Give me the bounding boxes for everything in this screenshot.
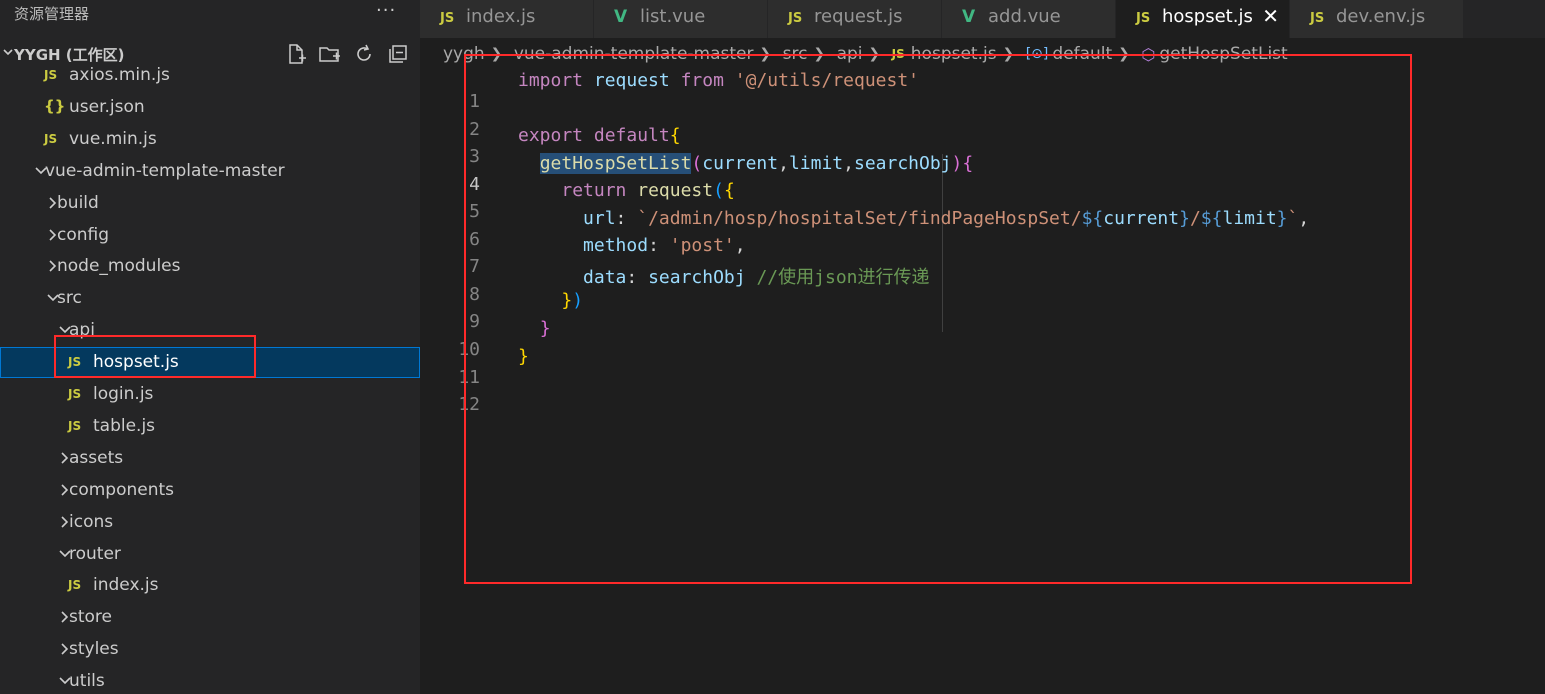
tree-item-label: vue.min.js bbox=[69, 128, 157, 149]
tree-folder[interactable]: node_modules bbox=[0, 251, 420, 282]
vue-file-icon: V bbox=[614, 7, 628, 27]
tree-item-label: index.js bbox=[93, 575, 159, 596]
tab-label: hospset.js bbox=[1162, 6, 1253, 27]
tree-item-label: src bbox=[57, 288, 82, 309]
tree-folder[interactable]: utils bbox=[0, 666, 420, 694]
js-file-icon: JS bbox=[1310, 11, 1325, 26]
editor-tab[interactable]: JS hospset.js ✕ bbox=[1116, 0, 1290, 38]
tree-item-label: vue-admin-template-master bbox=[45, 160, 285, 181]
tree-item-label: table.js bbox=[93, 415, 156, 436]
more-actions-icon[interactable]: ··· bbox=[376, 0, 396, 21]
tree-item-label: router bbox=[69, 543, 121, 564]
tree-folder[interactable]: router bbox=[0, 539, 420, 570]
js-file-icon: JS bbox=[68, 578, 82, 593]
tree-folder[interactable]: store bbox=[0, 602, 420, 633]
tree-folder[interactable]: src bbox=[0, 283, 420, 314]
js-file-icon: JS bbox=[440, 11, 455, 26]
js-file-icon: JS bbox=[68, 387, 82, 401]
tab-label: dev.env.js bbox=[1336, 6, 1426, 27]
tab-label: list.vue bbox=[640, 6, 706, 27]
tree-item-label: utils bbox=[69, 671, 105, 692]
editor-tab[interactable]: Vlist.vue bbox=[594, 0, 768, 38]
explorer-title: 资源管理器 bbox=[14, 5, 90, 23]
tree-item-label: user.json bbox=[69, 96, 145, 117]
tree-item-label: assets bbox=[69, 447, 124, 468]
js-file-icon: JS bbox=[1136, 11, 1151, 26]
tree-item-label: login.js bbox=[93, 384, 154, 404]
annotation-box-file bbox=[54, 335, 256, 378]
js-file-icon: JS bbox=[44, 68, 58, 82]
tree-file[interactable]: JS vue.min.js bbox=[0, 124, 420, 155]
editor-tab[interactable]: Vadd.vue bbox=[942, 0, 1116, 38]
tree-item-label: build bbox=[57, 192, 99, 213]
tab-label: request.js bbox=[814, 6, 903, 27]
json-file-icon: {} bbox=[44, 96, 66, 115]
editor-tab[interactable]: JS index.js bbox=[420, 0, 594, 38]
editor-tab[interactable]: JS request.js bbox=[768, 0, 942, 38]
tree-item-label: store bbox=[69, 607, 112, 628]
tree-item-label: icons bbox=[69, 511, 114, 532]
tab-label: index.js bbox=[466, 6, 536, 27]
editor-tab[interactable]: JS dev.env.js bbox=[1290, 0, 1464, 38]
tab-label: add.vue bbox=[988, 6, 1061, 27]
tree-item-label: axios.min.js bbox=[69, 65, 170, 85]
tree-folder[interactable]: styles bbox=[0, 634, 420, 665]
tree-item-label: node_modules bbox=[57, 256, 181, 277]
tree-folder[interactable]: components bbox=[0, 475, 420, 506]
tree-folder[interactable]: build bbox=[0, 188, 420, 219]
tree-file[interactable]: JS table.js bbox=[0, 411, 420, 442]
close-icon[interactable]: ✕ bbox=[1262, 4, 1279, 28]
tree-folder[interactable]: icons bbox=[0, 507, 420, 538]
tree-file[interactable]: {} user.json bbox=[0, 92, 420, 123]
tab-bar: JS index.js Vlist.vue JS request.js Vadd.vue J… bbox=[420, 0, 1545, 38]
tree-folder[interactable]: assets bbox=[0, 443, 420, 474]
tree-folder[interactable]: config bbox=[0, 220, 420, 251]
tree-item-label: components bbox=[69, 479, 175, 500]
js-file-icon: JS bbox=[68, 418, 82, 433]
tree-folder[interactable]: vue-admin-template-master bbox=[0, 156, 420, 187]
vue-file-icon: V bbox=[962, 7, 976, 27]
js-file-icon: JS bbox=[788, 11, 803, 26]
js-file-icon: JS bbox=[44, 131, 58, 146]
tree-item-label: config bbox=[57, 224, 110, 245]
annotation-box-code bbox=[464, 54, 1412, 584]
tree-file[interactable]: JS axios.min.js bbox=[0, 60, 420, 91]
tree-item-label: styles bbox=[69, 639, 119, 660]
tree-file[interactable]: JS login.js bbox=[0, 379, 420, 410]
tree-file[interactable]: JS index.js bbox=[0, 570, 420, 601]
